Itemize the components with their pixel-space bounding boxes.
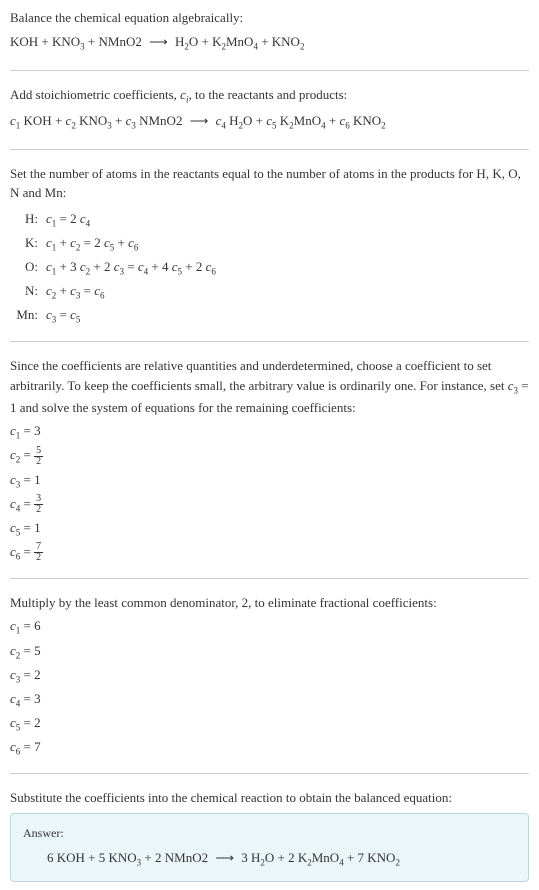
section2-title-part2: , to the reactants and products:: [188, 87, 347, 102]
coef-c4: c4 = 32: [10, 494, 529, 516]
section-atom-balance: Set the number of atoms in the reactants…: [10, 164, 529, 342]
atom-label: Mn:: [14, 305, 46, 325]
section-substitute: Substitute the coefficients into the che…: [10, 788, 529, 882]
atom-eq: c3 = c5: [46, 305, 80, 327]
section-stoichiometric: Add stoichiometric coefficients, ci, to …: [10, 85, 529, 150]
answer-label: Answer:: [23, 824, 516, 842]
atom-row-n: N: c2 + c3 = c6: [14, 281, 529, 303]
frac-den: 2: [34, 553, 43, 563]
section-multiply: Multiply by the least common denominator…: [10, 593, 529, 774]
answer-equation: 6 KOH + 5 KNO3 + 2 NMnO2 ⟶ 3 H2O + 2 K2M…: [23, 848, 516, 870]
coef-val: 3: [34, 691, 41, 706]
section-balance-intro: Balance the chemical equation algebraica…: [10, 8, 529, 71]
atom-label: H:: [14, 209, 46, 229]
coef-c5-int: c5 = 2: [10, 713, 529, 735]
section-solve: Since the coefficients are relative quan…: [10, 356, 529, 579]
atom-eq: c1 = 2 c4: [46, 209, 90, 231]
coef-val: 6: [34, 618, 41, 633]
coef-val: 3: [34, 423, 41, 438]
atom-row-mn: Mn: c3 = c5: [14, 305, 529, 327]
coef-val: 2: [34, 715, 41, 730]
section1-equation: KOH + KNO3 + NMnO2 ⟶ H2O + K2MnO4 + KNO2: [10, 32, 529, 54]
section4-title: Since the coefficients are relative quan…: [10, 356, 529, 417]
coef-c6-int: c6 = 7: [10, 737, 529, 759]
coef-c2-int: c2 = 5: [10, 641, 529, 663]
coef-c1-int: c1 = 6: [10, 616, 529, 638]
answer-box: Answer: 6 KOH + 5 KNO3 + 2 NMnO2 ⟶ 3 H2O…: [10, 813, 529, 881]
section3-title: Set the number of atoms in the reactants…: [10, 164, 529, 203]
coef-val: 1: [34, 520, 41, 535]
section2-title: Add stoichiometric coefficients, ci, to …: [10, 85, 529, 107]
atom-row-h: H: c1 = 2 c4: [14, 209, 529, 231]
section1-title: Balance the chemical equation algebraica…: [10, 8, 529, 28]
coef-c3-int: c3 = 2: [10, 665, 529, 687]
section5-title: Multiply by the least common denominator…: [10, 593, 529, 613]
coef-c5: c5 = 1: [10, 518, 529, 540]
atom-label: O:: [14, 257, 46, 277]
coef-c4-int: c4 = 3: [10, 689, 529, 711]
atom-label: N:: [14, 281, 46, 301]
coef-val: 7: [34, 739, 41, 754]
atom-eq: c2 + c3 = c6: [46, 281, 105, 303]
section6-title: Substitute the coefficients into the che…: [10, 788, 529, 808]
coef-list-integer: c1 = 6 c2 = 5 c3 = 2 c4 = 3 c5 = 2 c6 = …: [10, 616, 529, 759]
atom-eq: c1 + 3 c2 + 2 c3 = c4 + 4 c5 + 2 c6: [46, 257, 216, 279]
frac-den: 2: [34, 457, 43, 467]
frac-den: 2: [34, 505, 43, 515]
atom-row-k: K: c1 + c2 = 2 c5 + c6: [14, 233, 529, 255]
coef-list-fractional: c1 = 3 c2 = 52 c3 = 1 c4 = 32 c5 = 1 c6 …: [10, 421, 529, 564]
section2-title-part1: Add stoichiometric coefficients,: [10, 87, 180, 102]
section2-equation: c1 KOH + c2 KNO3 + c3 NMnO2 ⟶ c4 H2O + c…: [10, 111, 529, 133]
coef-c3: c3 = 1: [10, 470, 529, 492]
coef-c1: c1 = 3: [10, 421, 529, 443]
coef-val: 2: [34, 667, 41, 682]
coef-val: 5: [34, 643, 41, 658]
coef-val: 1: [34, 472, 41, 487]
atom-label: K:: [14, 233, 46, 253]
atom-row-o: O: c1 + 3 c2 + 2 c3 = c4 + 4 c5 + 2 c6: [14, 257, 529, 279]
coef-c2: c2 = 52: [10, 445, 529, 467]
atom-eq: c1 + c2 = 2 c5 + c6: [46, 233, 138, 255]
coef-c6: c6 = 72: [10, 542, 529, 564]
atom-equations-table: H: c1 = 2 c4 K: c1 + c2 = 2 c5 + c6 O: c…: [14, 209, 529, 327]
